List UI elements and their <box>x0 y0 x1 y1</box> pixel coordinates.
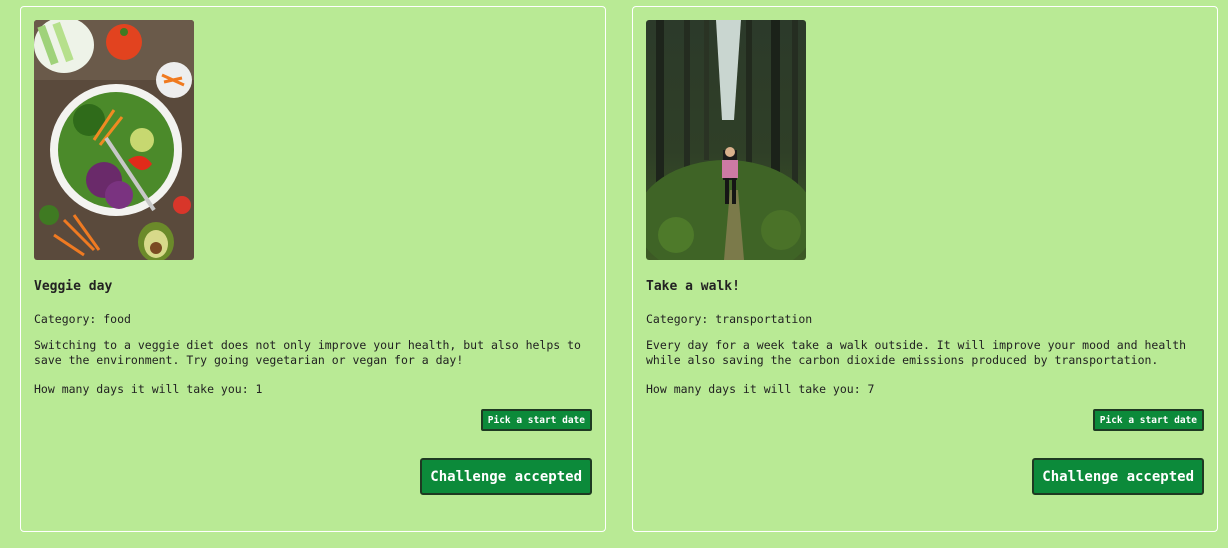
salad-bowl-image <box>34 20 194 260</box>
challenge-title: Veggie day <box>34 279 113 294</box>
challenge-card-walk: Take a walk! Category: transportation Ev… <box>632 6 1218 532</box>
challenge-accepted-button[interactable]: Challenge accepted <box>420 458 592 495</box>
pick-start-date-button[interactable]: Pick a start date <box>480 409 592 431</box>
challenge-accepted-button[interactable]: Challenge accepted <box>1032 458 1204 495</box>
challenge-card-veggie: Veggie day Category: food Switching to a… <box>20 6 606 532</box>
challenge-title: Take a walk! <box>646 279 740 294</box>
challenge-duration: How many days it will take you: 7 <box>646 382 875 396</box>
pick-start-date-button[interactable]: Pick a start date <box>1092 409 1204 431</box>
challenge-description: Switching to a veggie diet does not only… <box>34 338 581 367</box>
challenge-description: Every day for a week take a walk outside… <box>646 338 1187 367</box>
challenge-category: Category: food <box>34 312 131 326</box>
challenge-category: Category: transportation <box>646 312 813 326</box>
forest-walk-image <box>646 20 806 260</box>
challenge-duration: How many days it will take you: 1 <box>34 382 263 396</box>
